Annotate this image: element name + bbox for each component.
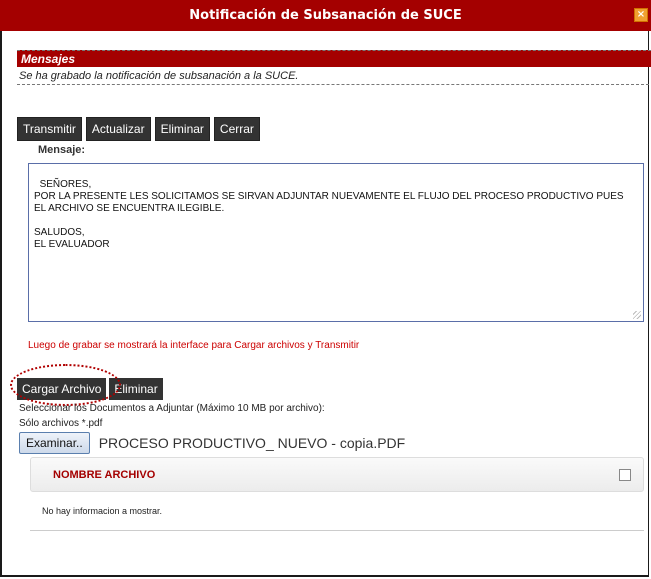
files-table-header: NOMBRE ARCHIVO (30, 457, 644, 492)
file-picker: Examinar.. PROCESO PRODUCTIVO_ NUEVO - c… (19, 432, 405, 454)
column-file-name: NOMBRE ARCHIVO (53, 468, 156, 481)
browse-button[interactable]: Examinar.. (19, 432, 90, 454)
close-button[interactable]: Cerrar (213, 117, 260, 141)
messages-separator (17, 84, 649, 85)
upload-hint: Luego de grabar se mostrará la interface… (28, 340, 360, 351)
selected-file-name: PROCESO PRODUCTIVO_ NUEVO - copia.PDF (98, 435, 406, 451)
message-text: SEÑORES, POR LA PRESENTE LES SOLICITAMOS… (34, 179, 624, 250)
close-icon[interactable]: × (634, 8, 648, 22)
empty-message: No hay informacion a mostrar. (42, 506, 163, 516)
messages-text: Se ha grabado la notificación de subsana… (19, 70, 299, 82)
upload-instructions: Seleccionar los Documentos a Adjuntar (M… (19, 403, 325, 414)
messages-header: Mensajes (17, 50, 651, 67)
pdf-only-note: Sólo archivos *.pdf (19, 418, 103, 429)
dialog-title: Notificación de Subsanación de SUCE (189, 8, 462, 23)
resize-handle[interactable] (633, 311, 641, 319)
select-all-checkbox[interactable] (619, 468, 631, 481)
message-textarea[interactable]: SEÑORES, POR LA PRESENTE LES SOLICITAMOS… (28, 163, 644, 322)
message-label: Mensaje: (38, 144, 86, 156)
toolbar: Transmitir Actualizar Eliminar Cerrar (17, 117, 260, 141)
highlight-ellipse (10, 364, 121, 406)
transmit-button[interactable]: Transmitir (17, 117, 82, 141)
files-table: NOMBRE ARCHIVO No hay informacion a most… (30, 457, 644, 537)
update-button[interactable]: Actualizar (85, 117, 151, 141)
dialog-titlebar: Notificación de Subsanación de SUCE × (0, 0, 651, 31)
files-table-empty-row: No hay informacion a mostrar. (30, 492, 644, 531)
delete-button[interactable]: Eliminar (154, 117, 210, 141)
